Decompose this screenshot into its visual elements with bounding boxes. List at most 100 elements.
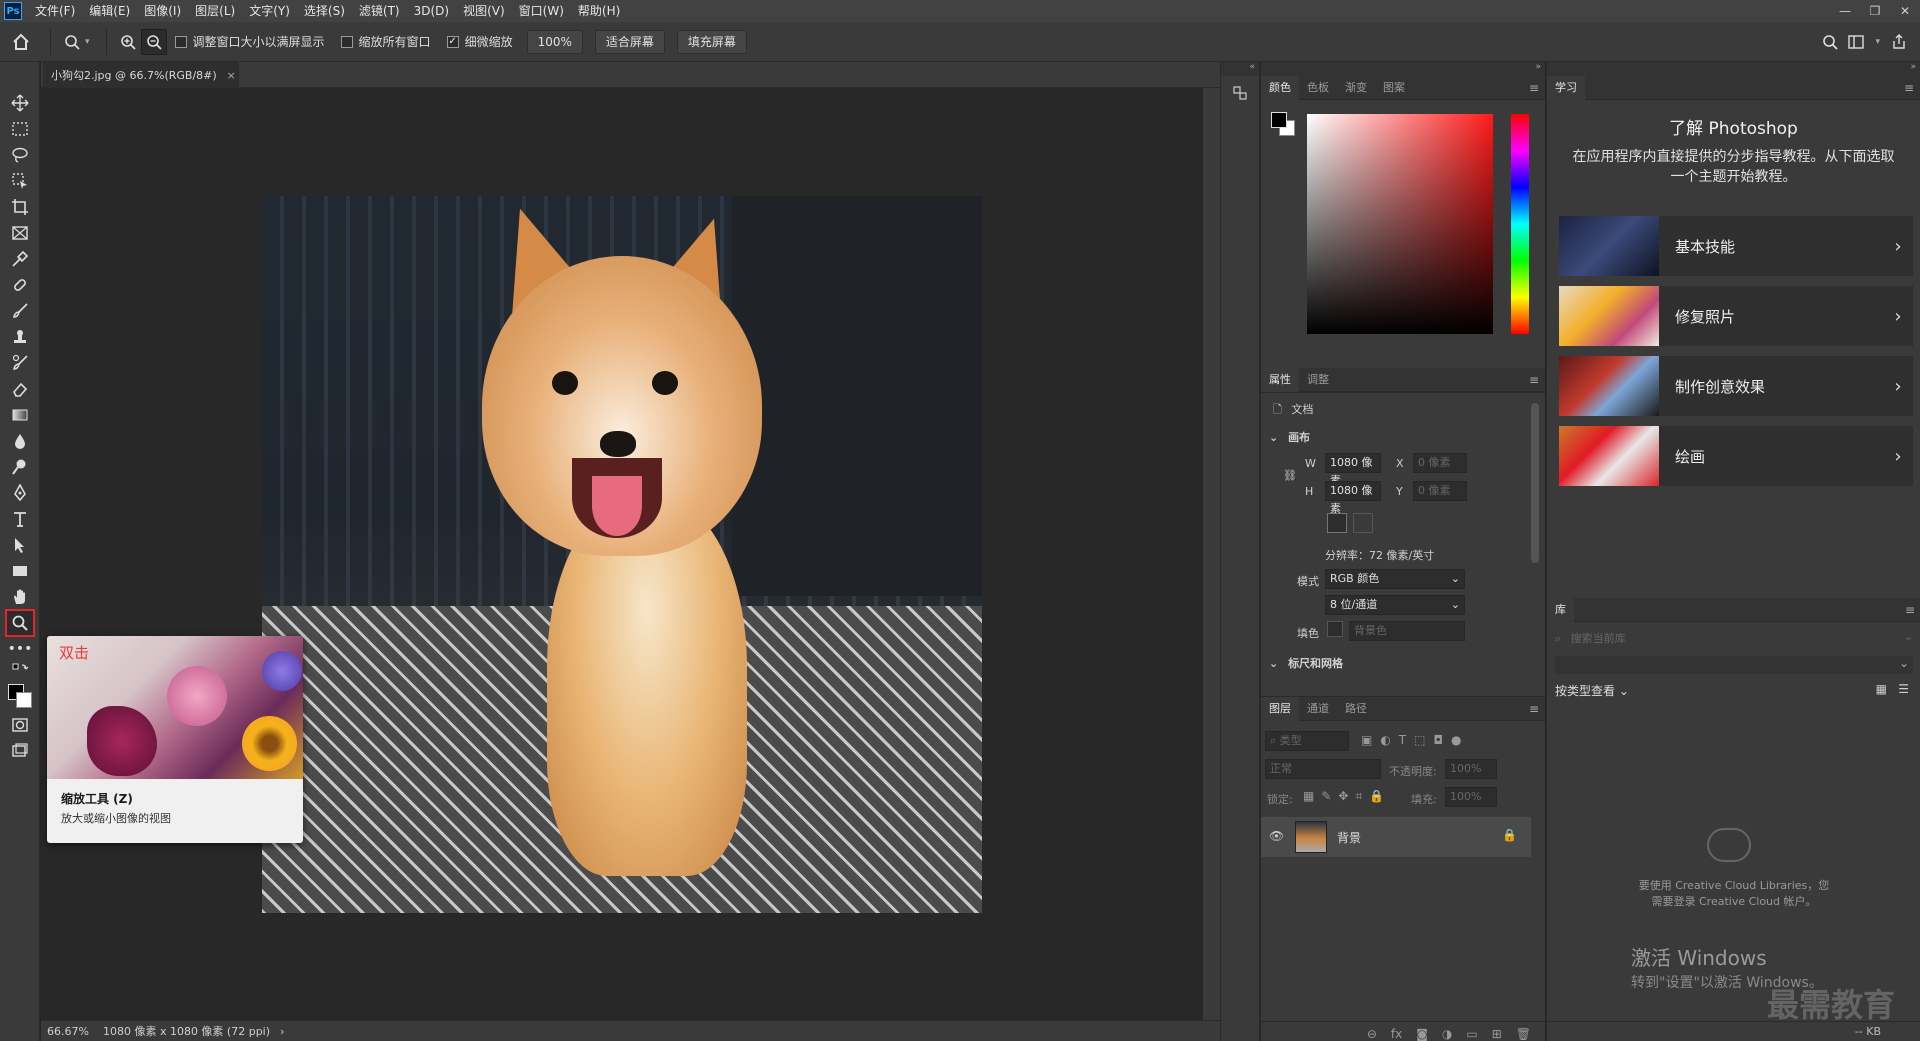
tab-color[interactable]: 颜色 (1261, 75, 1299, 100)
chevron-down-icon[interactable]: ▾ (1875, 37, 1880, 47)
crop-tool-icon[interactable] (0, 194, 40, 220)
panel-menu-icon[interactable]: ≡ (1529, 697, 1539, 721)
document-tab[interactable]: 小狗勾2.jpg @ 66.7%(RGB/8#) × (43, 62, 239, 88)
panel-menu-icon[interactable]: ≡ (1529, 76, 1539, 100)
layer-filter-select[interactable]: ⌕ 类型 (1265, 731, 1349, 751)
eye-icon[interactable]: 👁 (1269, 829, 1284, 843)
group-icon[interactable]: ▭ (1466, 1027, 1477, 1041)
landscape-icon[interactable] (1353, 513, 1373, 533)
portrait-icon[interactable] (1327, 513, 1347, 533)
blur-tool-icon[interactable] (0, 428, 40, 454)
fill-swatch[interactable] (1327, 621, 1343, 637)
clone-stamp-tool-icon[interactable] (0, 324, 40, 350)
resize-windows-checkbox[interactable]: 调整窗口大小以满屏显示 (174, 33, 325, 50)
gradient-tool-icon[interactable] (0, 402, 40, 428)
pen-tool-icon[interactable] (0, 480, 40, 506)
learn-card-basics[interactable]: 基本技能 › (1559, 216, 1913, 276)
menu-view[interactable]: 视图(V) (456, 0, 512, 22)
mask-icon[interactable]: ◙ (1416, 1027, 1428, 1041)
grid-view-icon[interactable]: ▦ (1876, 682, 1887, 696)
canvas-section-header[interactable]: ⌄ 画布 (1269, 429, 1310, 445)
minimize-icon[interactable]: — (1830, 0, 1860, 22)
tab-learn[interactable]: 学习 (1547, 75, 1585, 100)
lock-icons[interactable]: ▦✎✥⌗🔒 (1303, 789, 1391, 804)
bit-depth-select[interactable]: 8 位/通道 ⌄ (1325, 595, 1465, 615)
tab-paths[interactable]: 路径 (1337, 697, 1375, 721)
menu-edit[interactable]: 编辑(E) (82, 0, 137, 22)
width-field[interactable]: 1080 像素 (1325, 453, 1381, 487)
zoom-all-windows-checkbox[interactable]: 缩放所有窗口 (340, 33, 431, 50)
move-tool-icon[interactable] (0, 90, 40, 116)
canvas-area[interactable] (41, 88, 1203, 1020)
brush-tool-icon[interactable] (0, 298, 40, 324)
quick-mask-icon[interactable] (0, 712, 40, 738)
trash-icon[interactable]: 🗑 (1516, 1027, 1531, 1041)
chevron-right-icon[interactable]: › (280, 1025, 284, 1038)
rectangle-tool-icon[interactable] (0, 558, 40, 584)
zoom-tool-icon[interactable] (0, 609, 40, 637)
new-layer-icon[interactable]: ⊞ (1492, 1027, 1502, 1041)
adjustment-icon[interactable]: ◑ (1442, 1027, 1452, 1041)
panel-menu-icon[interactable]: ≡ (1905, 598, 1915, 622)
zoom-preset-icon[interactable] (59, 29, 85, 55)
zoom-in-icon[interactable] (115, 29, 141, 55)
home-icon[interactable] (0, 33, 42, 51)
menu-layer[interactable]: 图层(L) (188, 0, 242, 22)
mode-select[interactable]: RGB 颜色 ⌄ (1325, 569, 1465, 589)
dog-photo[interactable] (262, 196, 982, 913)
foreground-color-swatch[interactable] (1271, 112, 1287, 128)
tab-patterns[interactable]: 图案 (1375, 76, 1413, 100)
hue-slider[interactable] (1511, 114, 1529, 334)
eraser-tool-icon[interactable] (0, 376, 40, 402)
tab-channels[interactable]: 通道 (1299, 697, 1337, 721)
menu-type[interactable]: 文字(Y) (242, 0, 297, 22)
menu-help[interactable]: 帮助(H) (571, 0, 627, 22)
y-field[interactable]: 0 像素 (1413, 481, 1467, 501)
opacity-field[interactable]: 100% (1445, 759, 1497, 779)
menu-file[interactable]: 文件(F) (28, 0, 82, 22)
screen-mode-icon[interactable] (0, 738, 40, 764)
canvas-scrollbar[interactable] (1203, 88, 1220, 1020)
close-icon[interactable]: ✕ (1890, 0, 1920, 22)
menu-image[interactable]: 图像(I) (137, 0, 188, 22)
tab-layers[interactable]: 图层 (1261, 696, 1299, 721)
menu-select[interactable]: 选择(S) (297, 0, 352, 22)
frame-tool-icon[interactable] (0, 220, 40, 246)
restore-icon[interactable]: ❐ (1860, 0, 1890, 22)
layer-row[interactable]: 👁 背景 🔒 (1261, 817, 1531, 857)
workspace-icon[interactable] (1843, 29, 1869, 55)
tab-gradients[interactable]: 渐变 (1337, 76, 1375, 100)
menu-window[interactable]: 窗口(W) (512, 0, 571, 22)
status-zoom[interactable]: 66.67% (47, 1025, 89, 1038)
tab-library[interactable]: 库 (1547, 597, 1574, 622)
dodge-tool-icon[interactable] (0, 454, 40, 480)
tab-properties[interactable]: 属性 (1261, 367, 1299, 392)
healing-brush-tool-icon[interactable] (0, 272, 40, 298)
zoom-100-button[interactable]: 100% (526, 29, 583, 54)
scrubby-zoom-checkbox[interactable]: ✓ 细微缩放 (446, 33, 513, 50)
more-tools-icon[interactable]: ••• (0, 636, 40, 662)
panel-menu-icon[interactable]: ≡ (1904, 76, 1914, 100)
eyedropper-tool-icon[interactable] (0, 246, 40, 272)
learn-card-painting[interactable]: 绘画 › (1559, 426, 1913, 486)
color-field[interactable] (1307, 114, 1493, 334)
collapse-icon[interactable]: « (1221, 62, 1259, 76)
view-by-type-dropdown[interactable]: 按类型查看 ⌄ (1555, 682, 1629, 699)
fit-screen-button[interactable]: 适合屏幕 (594, 29, 665, 54)
search-icon[interactable] (1817, 29, 1843, 55)
fill-field[interactable]: 100% (1445, 787, 1497, 807)
height-field[interactable]: 1080 像素 (1325, 481, 1381, 515)
swap-colors-icon[interactable] (0, 662, 40, 680)
lasso-tool-icon[interactable] (0, 142, 40, 168)
library-select[interactable]: ⌄ (1555, 656, 1913, 674)
share-icon[interactable] (1886, 29, 1912, 55)
chevron-down-icon[interactable]: ▾ (85, 37, 90, 47)
expand-icon[interactable]: » (1261, 62, 1545, 76)
fx-icon[interactable]: fx (1391, 1027, 1402, 1041)
history-brush-tool-icon[interactable] (0, 350, 40, 376)
path-selection-tool-icon[interactable] (0, 532, 40, 558)
color-swatches-icon[interactable] (0, 680, 40, 712)
hand-tool-icon[interactable] (0, 584, 40, 610)
link-layers-icon[interactable]: ⊖ (1367, 1027, 1377, 1041)
layer-filter-icons[interactable]: ▣◐T⬚◘● (1361, 733, 1469, 747)
